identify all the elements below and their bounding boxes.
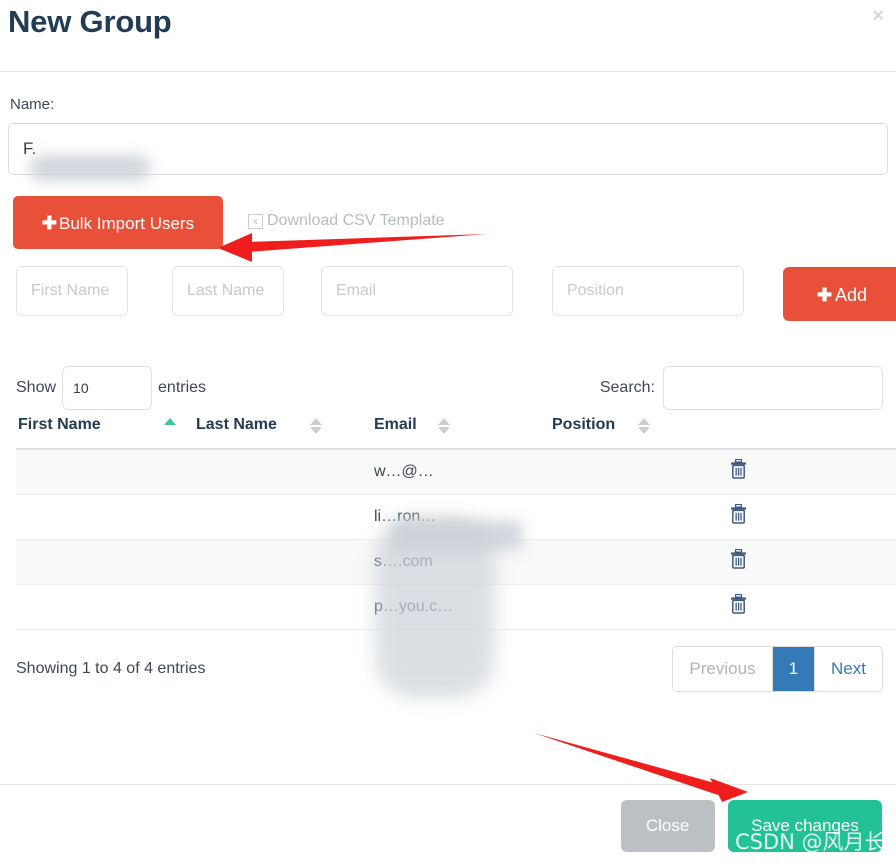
datatable-footer: Showing 1 to 4 of 4 entries Previous 1 N… <box>8 645 888 706</box>
first-name-input[interactable] <box>16 266 128 316</box>
users-table: First Name Last Name Email Position w…@…… <box>16 412 896 630</box>
trash-icon[interactable] <box>730 503 747 528</box>
entries-length-control: Show 102550100 entries <box>16 366 206 410</box>
column-label: First Name <box>18 416 101 433</box>
users-table-body: w…@… li…ron… s….com p…you.c… <box>16 449 896 630</box>
entries-label: entries <box>158 379 207 397</box>
add-user-button[interactable]: ✚ Add <box>783 267 896 321</box>
excel-file-icon: x <box>248 214 263 229</box>
last-name-input[interactable] <box>172 266 284 316</box>
cell-actions <box>728 494 896 540</box>
sort-icon <box>638 418 650 434</box>
cell-actions <box>728 584 896 630</box>
column-label: Last Name <box>196 416 277 433</box>
modal-footer: Close Save changes <box>0 784 896 867</box>
cell-email: li…ron… <box>372 494 550 540</box>
plus-icon: ✚ <box>41 213 57 233</box>
sort-icon <box>310 418 322 434</box>
email-input[interactable] <box>321 266 513 316</box>
table-row: li…ron… <box>16 494 896 540</box>
bulk-import-users-label: Bulk Import Users <box>59 214 195 233</box>
column-header-last-name[interactable]: Last Name <box>194 412 372 450</box>
trash-icon[interactable] <box>730 548 747 573</box>
cell-position <box>550 449 728 495</box>
column-header-position[interactable]: Position <box>550 412 728 450</box>
close-icon[interactable]: × <box>868 2 888 30</box>
cell-last-name <box>194 494 372 540</box>
table-header-row: First Name Last Name Email Position <box>16 412 896 450</box>
column-header-email[interactable]: Email <box>372 412 550 450</box>
cell-actions <box>728 449 896 495</box>
table-row: w…@… <box>16 449 896 495</box>
add-button-label: Add <box>835 285 868 305</box>
pagination-page-1[interactable]: 1 <box>772 646 816 691</box>
name-label: Name: <box>10 96 55 113</box>
add-user-row: ✚Add <box>8 266 896 334</box>
cell-email: w…@… <box>372 449 550 495</box>
position-input[interactable] <box>552 266 744 316</box>
cell-email: s….com <box>372 539 550 585</box>
cell-last-name <box>194 584 372 630</box>
trash-icon[interactable] <box>730 459 747 483</box>
bulk-import-row: ✚ Bulk Import Users x Download CSV Templat… <box>8 196 888 252</box>
plus-icon: ✚ <box>816 285 833 305</box>
cell-first-name <box>16 494 194 540</box>
download-csv-template-link[interactable]: x Download CSV Template <box>248 212 445 230</box>
bulk-import-users-button[interactable]: ✚ Bulk Import Users <box>13 196 223 249</box>
column-header-actions <box>728 412 896 450</box>
search-label: Search: <box>599 379 655 397</box>
pagination: Previous 1 Next <box>672 645 883 692</box>
cell-last-name <box>194 539 372 585</box>
sort-icon <box>438 418 450 434</box>
trash-icon[interactable] <box>730 593 747 618</box>
cell-position <box>550 539 728 585</box>
entries-per-page-select[interactable]: 102550100 <box>62 366 153 410</box>
cell-last-name <box>194 449 372 495</box>
table-row: s….com <box>16 539 896 585</box>
pagination-previous[interactable]: Previous <box>673 646 773 691</box>
group-name-input[interactable] <box>8 123 888 175</box>
cell-position <box>550 494 728 540</box>
column-label: Position <box>552 416 616 433</box>
close-button[interactable]: Close <box>620 800 715 852</box>
show-label: Show <box>16 379 57 397</box>
datatable-controls: Show 102550100 entries Search: <box>8 356 888 412</box>
modal-body: Name: ✚Bulk Import Users xDownload CSV T… <box>0 72 896 784</box>
cell-actions <box>728 539 896 585</box>
page-title: New Group <box>8 4 172 39</box>
cell-first-name <box>16 584 194 630</box>
users-table-head: First Name Last Name Email Position <box>16 412 896 450</box>
cell-first-name <box>16 539 194 585</box>
search-input[interactable] <box>663 366 883 410</box>
pagination-next[interactable]: Next <box>815 646 882 691</box>
cell-email: p…you.c… <box>372 584 550 630</box>
column-label: Email <box>374 416 417 433</box>
search-control: Search: <box>600 366 883 410</box>
sort-ascending-icon <box>164 418 176 434</box>
download-csv-template-label: Download CSV Template <box>267 212 445 229</box>
cell-first-name <box>16 449 194 495</box>
datatable-info: Showing 1 to 4 of 4 entries <box>16 659 206 677</box>
save-changes-button[interactable]: Save changes <box>728 800 882 852</box>
table-row: p…you.c… <box>16 584 896 630</box>
cell-position <box>550 584 728 630</box>
column-header-first-name[interactable]: First Name <box>16 412 194 450</box>
modal-header: New Group × <box>0 0 896 72</box>
